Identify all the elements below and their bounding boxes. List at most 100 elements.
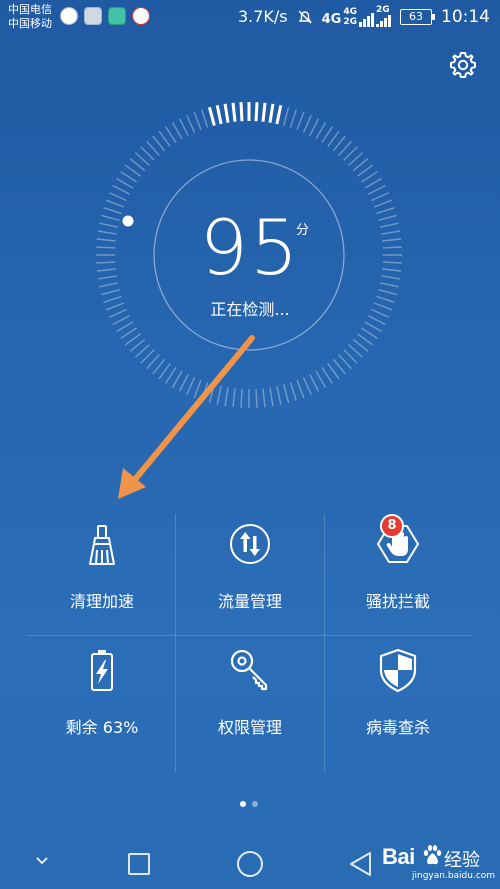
- watermark-logo: Bai: [382, 844, 415, 869]
- data-transfer-icon: [230, 524, 270, 564]
- notification-icons: [60, 7, 150, 25]
- gear-icon[interactable]: [448, 50, 478, 80]
- dial-tick: [120, 327, 137, 339]
- clock: 10:14: [441, 6, 490, 27]
- dial-tick: [348, 152, 364, 166]
- tool-battery[interactable]: 剩余 63%: [28, 640, 176, 760]
- dial-tick: [371, 308, 390, 318]
- dial-tick: [103, 207, 122, 215]
- health-score: 95: [199, 203, 301, 292]
- notification-badge: 8: [380, 514, 404, 538]
- progress-tick: [261, 102, 267, 122]
- dial-tick: [348, 344, 364, 358]
- recent-apps-button[interactable]: [128, 853, 150, 875]
- dial-tick: [321, 126, 333, 143]
- network-2g-small: 2G: [343, 17, 357, 27]
- score-unit: 分: [296, 223, 310, 238]
- tool-label: 剩余 63%: [65, 718, 139, 737]
- dial-tick: [368, 184, 386, 195]
- dial-tick: [224, 387, 229, 407]
- page-dot[interactable]: [252, 801, 258, 807]
- carrier-names: 中国电信 中国移动: [8, 3, 52, 31]
- dial-tick: [379, 282, 399, 288]
- signal-bars-icon: [359, 11, 374, 27]
- dial-tick: [315, 370, 327, 388]
- paw-icon: [423, 845, 442, 865]
- progress-tick: [207, 106, 216, 126]
- dial-tick: [112, 315, 130, 326]
- dial-tick: [296, 111, 305, 131]
- watermark-url: jingyan.baidu.com: [412, 871, 496, 881]
- dial-tick: [186, 377, 196, 396]
- dial-tick: [364, 177, 382, 189]
- dial-tick: [96, 238, 116, 242]
- dial-tick: [108, 308, 127, 318]
- tool-permission-management[interactable]: 权限管理: [176, 640, 324, 760]
- dial-tick: [96, 268, 116, 272]
- page-dot[interactable]: [240, 801, 246, 807]
- signal-group: 4G 4G 2G 2G: [322, 6, 391, 27]
- dial-tick: [97, 230, 117, 235]
- tool-clean-speedup[interactable]: 清理加速: [28, 514, 176, 634]
- app-notification-icon: [108, 7, 126, 25]
- dial-tick: [96, 246, 116, 249]
- network-4g-small: 4G: [343, 7, 357, 17]
- scan-status: 正在检测...: [210, 300, 290, 319]
- dial-tick: [165, 126, 177, 143]
- network-speed: 3.7K/s: [237, 7, 288, 26]
- dial-tick: [338, 140, 352, 156]
- dial-tick: [178, 118, 189, 136]
- dial-tick: [103, 295, 122, 303]
- dial-tick: [283, 384, 290, 403]
- dial-tick: [232, 388, 236, 408]
- dial-tick: [216, 385, 222, 405]
- dial-tick: [146, 354, 160, 370]
- dial-tick: [101, 214, 120, 221]
- dial-tick: [112, 184, 130, 195]
- dial-tick: [376, 295, 395, 303]
- mute-icon: [298, 9, 312, 24]
- dial-tick: [105, 302, 125, 311]
- status-bar: 中国电信 中国移动 3.7K/s 4G 4G 2G 2G 63 10:14: [0, 0, 500, 36]
- progress-tick: [254, 102, 259, 122]
- chevron-down-icon[interactable]: [34, 852, 50, 868]
- dial-tick: [165, 367, 177, 384]
- battery-charging-icon: [91, 650, 113, 691]
- dial-tick: [208, 384, 215, 403]
- qq-notification-icon: [60, 7, 78, 25]
- dial-tick: [289, 382, 297, 401]
- dial-tick: [343, 146, 358, 161]
- tools-grid: 清理加速 流量管理 骚扰拦截 剩余 63% 权限管理 病毒查杀: [28, 512, 472, 774]
- tool-label: 病毒查杀: [365, 718, 430, 737]
- dial-tick: [240, 388, 243, 408]
- dial-tick: [364, 321, 382, 333]
- dial-tick: [379, 222, 399, 228]
- dial-tick: [382, 246, 402, 249]
- grid-divider: [28, 635, 472, 636]
- dial-tick: [178, 374, 189, 392]
- dial-tick: [368, 315, 386, 326]
- dial-tick: [99, 222, 119, 228]
- dial-tick: [382, 261, 402, 264]
- dial-tick: [193, 379, 202, 399]
- dial-tick: [327, 130, 340, 148]
- dial-tick: [327, 362, 340, 380]
- video-notification-icon: [132, 7, 150, 25]
- dial-tick: [134, 344, 150, 358]
- dial-tick: [140, 349, 155, 364]
- dial-tick: [373, 199, 393, 208]
- progress-tick: [231, 102, 237, 122]
- key-icon: [230, 649, 268, 691]
- dial-tick: [352, 338, 369, 352]
- dial-tick: [361, 327, 378, 339]
- dial-tick: [97, 275, 117, 280]
- home-button[interactable]: [237, 851, 263, 877]
- dial-tick: [140, 146, 155, 161]
- dial-tick: [315, 122, 327, 140]
- tool-data-management[interactable]: 流量管理: [176, 514, 324, 634]
- dial-tick: [108, 192, 127, 202]
- dial-tick: [356, 333, 374, 346]
- back-button[interactable]: [348, 851, 374, 877]
- battery-indicator: 63: [400, 8, 435, 25]
- tool-virus-scan[interactable]: 病毒查杀: [324, 640, 472, 760]
